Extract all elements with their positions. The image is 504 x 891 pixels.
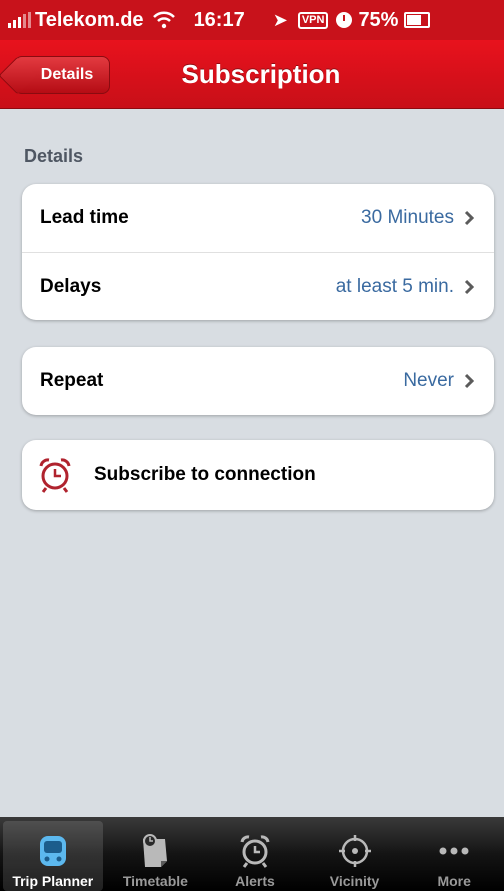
tab-label: Trip Planner — [12, 873, 94, 889]
lead-time-row[interactable]: Lead time 30 Minutes — [22, 184, 494, 252]
location-arrow-icon: ➤ — [272, 9, 288, 30]
subscribe-label: Subscribe to connection — [94, 464, 316, 485]
tab-alerts[interactable]: Alerts — [205, 817, 305, 891]
signal-strength-icon — [8, 12, 31, 28]
subscribe-button[interactable]: Subscribe to connection — [22, 440, 494, 510]
tab-trip-planner[interactable]: Trip Planner — [3, 821, 103, 891]
train-icon — [39, 836, 66, 866]
lead-time-label: Lead time — [40, 207, 129, 228]
alarm-status-icon — [336, 12, 353, 28]
alarm-clock-icon — [240, 835, 270, 868]
lead-time-value: 30 Minutes — [361, 207, 454, 228]
clock-time: 16:17 — [193, 8, 245, 31]
status-bar: Telekom.de 16:17 ➤ VPN 75% — [0, 0, 504, 40]
delays-value: at least 5 min. — [335, 275, 454, 297]
chevron-right-icon — [464, 210, 474, 226]
repeat-value: Never — [403, 370, 454, 391]
navigation-bar: Details Subscription — [0, 40, 504, 109]
vpn-badge: VPN — [297, 11, 329, 29]
tab-timetable[interactable]: Timetable — [106, 817, 206, 891]
tab-vicinity[interactable]: Vicinity — [305, 817, 405, 891]
battery-icon — [404, 12, 431, 28]
section-header: Details — [24, 146, 84, 166]
location-target-icon — [338, 835, 371, 867]
timetable-icon — [143, 834, 168, 867]
tab-label: More — [437, 873, 471, 889]
carrier-name: Telekom.de — [35, 8, 144, 31]
page-title: Subscription — [181, 58, 341, 89]
delays-row[interactable]: Delays at least 5 min. — [22, 252, 494, 320]
settings-group: Lead time 30 Minutes Delays at least 5 m… — [22, 184, 494, 320]
battery-percentage: 75% — [358, 8, 399, 31]
alarm-clock-icon — [39, 458, 71, 493]
delays-label: Delays — [40, 275, 102, 297]
more-dots-icon — [439, 847, 469, 855]
tab-label: Vicinity — [329, 873, 380, 889]
repeat-row[interactable]: Repeat Never — [22, 347, 494, 415]
tab-more[interactable]: More — [404, 817, 504, 891]
chevron-right-icon — [464, 279, 474, 294]
tab-label: Timetable — [122, 873, 188, 889]
repeat-label: Repeat — [40, 370, 104, 391]
wifi-icon — [152, 11, 175, 29]
tab-bar: Trip Planner Timetable Alerts Vicinity M… — [0, 817, 504, 891]
chevron-right-icon — [464, 373, 474, 389]
subscribe-group: Subscribe to connection — [22, 440, 494, 510]
tab-label: Alerts — [235, 873, 275, 889]
repeat-group: Repeat Never — [22, 347, 494, 415]
